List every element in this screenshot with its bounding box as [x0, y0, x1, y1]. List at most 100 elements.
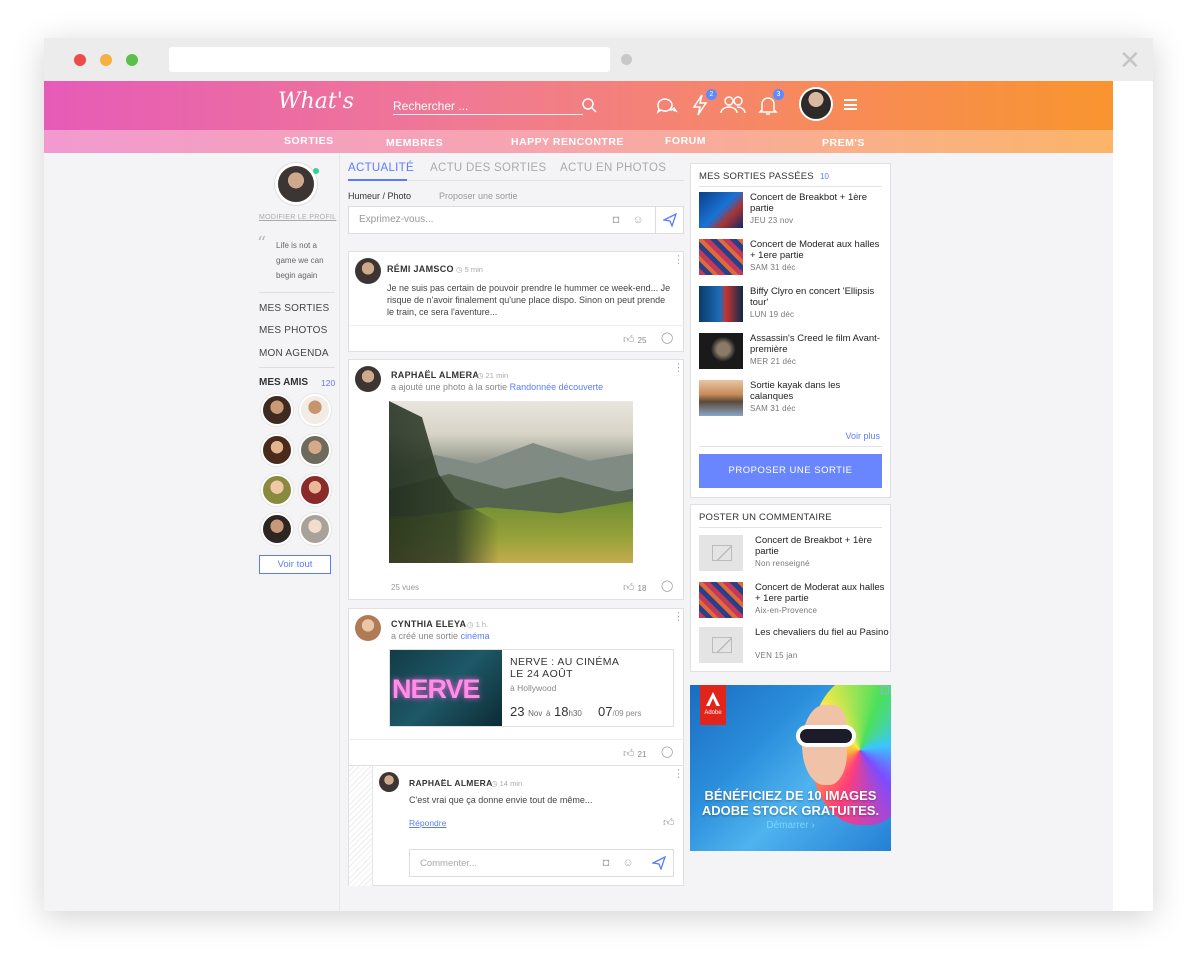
comment-icon[interactable]: ◯ — [661, 579, 673, 592]
subtab-proposer-sortie[interactable]: Proposer une sortie — [439, 191, 518, 201]
sidebar-link-mes-photos[interactable]: MES PHOTOS — [259, 325, 328, 336]
event-card[interactable]: NERVE NERVE : AU CINÉMA LE 24 AOÛT à Holl… — [389, 649, 674, 727]
ad-cta-link[interactable]: Démarrer › — [690, 820, 891, 831]
past-outings-panel: MES SORTIES PASSÉES 10 Concert de Breakb… — [690, 163, 891, 498]
comment-input[interactable] — [420, 858, 580, 869]
sidebar-link-mon-agenda[interactable]: MON AGENDA — [259, 348, 329, 359]
post-author[interactable]: CYNTHIA ELEYA — [391, 619, 466, 629]
address-bar[interactable] — [169, 47, 610, 72]
image-placeholder-icon — [699, 627, 743, 663]
chat-icon[interactable] — [654, 93, 678, 117]
past-outing-item[interactable]: Assassin's Creed le film Avant-première … — [699, 333, 884, 371]
tab-actualite[interactable]: ACTUALITÉ — [348, 162, 414, 174]
friend-avatar[interactable] — [261, 434, 293, 466]
friends-icon[interactable] — [719, 93, 747, 117]
friend-avatar[interactable] — [299, 434, 331, 466]
event-persons: 07/09 pers — [598, 704, 641, 719]
search-icon[interactable] — [581, 97, 597, 113]
send-icon[interactable] — [652, 856, 666, 870]
comment-outing-item[interactable]: Concert de Moderat aux halles + 1ere par… — [699, 582, 884, 620]
past-outings-title: MES SORTIES PASSÉES — [699, 171, 814, 182]
nav-sorties[interactable]: SORTIES — [284, 135, 334, 147]
event-month: Nov — [528, 709, 543, 718]
like-button[interactable]: 👍︎ 18 — [623, 581, 646, 594]
nav-membres[interactable]: MEMBRES — [386, 137, 443, 149]
bell-icon[interactable]: 3 — [756, 89, 784, 117]
site-logo[interactable]: What's — [278, 89, 354, 114]
tab-actu-en-photos[interactable]: ACTU EN PHOTOS — [560, 162, 666, 174]
ad-choices-icon[interactable]: i — [881, 686, 889, 694]
profile-avatar[interactable] — [275, 163, 317, 205]
post-photo[interactable] — [389, 401, 633, 563]
past-outing-item[interactable]: Concert de Moderat aux halles + 1ere par… — [699, 239, 884, 277]
user-avatar[interactable] — [799, 87, 833, 121]
adobe-brand-text: Adobe — [704, 710, 722, 716]
search-input[interactable] — [393, 93, 573, 113]
reply-author[interactable]: RAPHAËL ALMERA — [409, 778, 493, 788]
sidebar-link-mes-sorties[interactable]: MES SORTIES — [259, 303, 329, 314]
comment-icon[interactable]: ◯ — [661, 745, 673, 758]
friend-avatar[interactable] — [261, 394, 293, 426]
comment-icon[interactable]: ◯ — [661, 331, 673, 344]
friends-title: MES AMIS — [259, 377, 309, 388]
like-button[interactable]: 👍︎ 25 — [623, 333, 646, 346]
like-count: 18 — [637, 584, 647, 593]
author-avatar[interactable] — [355, 366, 381, 392]
author-avatar[interactable] — [355, 615, 381, 641]
friend-avatar[interactable] — [299, 474, 331, 506]
friend-avatar[interactable] — [261, 474, 293, 506]
search-box[interactable] — [393, 93, 597, 115]
past-outing-item[interactable]: Biffy Clyro en concert 'Ellipsis tour' L… — [699, 286, 884, 324]
post-author[interactable]: RÉMI JAMSCO — [387, 264, 454, 274]
more-options-icon[interactable]: ⋮ — [673, 769, 684, 780]
tab-actu-des-sorties[interactable]: ACTU DES SORTIES — [430, 162, 546, 174]
views-count: 25 vues — [391, 583, 420, 592]
camera-icon[interactable]: ◘ — [610, 214, 622, 226]
outing-title: Concert de Moderat aux halles + 1ere par… — [755, 582, 885, 604]
past-outing-item[interactable]: Sortie kayak dans les calanques SAM 31 d… — [699, 380, 884, 418]
maximize-window-icon[interactable] — [126, 54, 138, 66]
emoji-icon[interactable]: ☺ — [622, 857, 634, 869]
close-window-icon[interactable] — [74, 54, 86, 66]
subtab-humeur-photo[interactable]: Humeur / Photo — [348, 191, 411, 201]
post-author[interactable]: RAPHAËL ALMERA — [391, 370, 479, 380]
emoji-icon[interactable]: ☺ — [632, 214, 644, 226]
nav-prems[interactable]: PREM'S — [822, 137, 865, 149]
action-text: a ajouté une photo à la sortie — [391, 382, 508, 392]
more-options-icon[interactable]: ⋮ — [673, 255, 684, 266]
menu-icon[interactable] — [844, 99, 857, 110]
friend-avatar[interactable] — [299, 513, 331, 545]
propose-outing-button[interactable]: PROPOSER UNE SORTIE — [699, 454, 882, 488]
reply-author-avatar[interactable] — [379, 772, 399, 792]
edit-profile-link[interactable]: MODIFIER LE PROFIL — [259, 214, 336, 221]
close-icon[interactable]: ✕ — [1119, 47, 1141, 73]
more-options-icon[interactable]: ⋮ — [673, 612, 684, 623]
reload-icon[interactable] — [621, 54, 632, 65]
adobe-ad-banner[interactable]: Adobe i BÉNÉFICIEZ DE 10 IMAGES ADOBE STO… — [690, 685, 891, 851]
post-action: a ajouté une photo à la sortie Randonnée… — [391, 382, 603, 392]
see-more-link[interactable]: Voir plus — [845, 431, 880, 441]
send-button[interactable] — [655, 207, 683, 233]
minimize-window-icon[interactable] — [100, 54, 112, 66]
friend-avatar[interactable] — [299, 394, 331, 426]
comment-outing-item[interactable]: Concert de Breakbot + 1ère partie Non re… — [699, 535, 884, 573]
clock-icon: ◷ — [477, 371, 486, 380]
event-persons-total: /09 pers — [612, 709, 642, 718]
outing-link[interactable]: Randonnée découverte — [510, 382, 604, 392]
activity-icon[interactable]: 2 — [689, 89, 717, 117]
like-button[interactable]: 👍︎ 21 — [623, 747, 646, 760]
friend-avatar[interactable] — [261, 513, 293, 545]
past-outing-item[interactable]: Concert de Breakbot + 1ère partie JEU 23… — [699, 192, 884, 230]
author-avatar[interactable] — [355, 258, 381, 284]
reply-link[interactable]: Répondre — [409, 818, 446, 828]
composer-input[interactable] — [359, 214, 589, 225]
feed-post: RÉMI JAMSCO ◷ 5 min ⋮ Je ne suis pas cer… — [348, 251, 685, 352]
more-options-icon[interactable]: ⋮ — [673, 363, 684, 374]
nav-forum[interactable]: FORUM — [665, 135, 706, 147]
comment-outing-item[interactable]: Les chevaliers du fiel au Pasino VEN 15 … — [699, 627, 889, 665]
see-all-friends-button[interactable]: Voir tout — [259, 555, 331, 574]
nav-happy-rencontre[interactable]: HAPPY RENCONTRE — [511, 136, 624, 148]
outing-link[interactable]: cinéma — [461, 631, 490, 641]
camera-icon[interactable]: ◘ — [600, 857, 612, 869]
like-button[interactable]: 👍︎ — [663, 816, 678, 829]
